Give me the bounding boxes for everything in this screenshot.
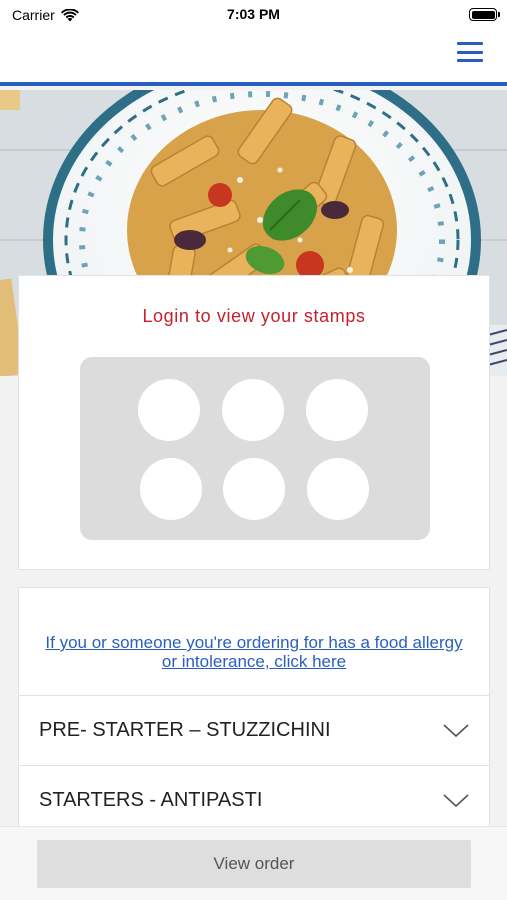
- stamp-slot: [138, 379, 200, 441]
- chevron-down-icon: [443, 723, 469, 737]
- allergy-info-link[interactable]: If you or someone you're ordering for ha…: [39, 633, 469, 671]
- menu-card: If you or someone you're ordering for ha…: [18, 587, 490, 847]
- category-label: PRE- STARTER – STUZZICHINI: [39, 719, 331, 741]
- chevron-down-icon: [443, 793, 469, 807]
- login-stamps-link[interactable]: Login to view your stamps: [19, 306, 489, 327]
- stamps-card: Login to view your stamps: [18, 275, 490, 570]
- stamp-slot: [140, 458, 202, 520]
- stamp-slot: [223, 458, 285, 520]
- stamps-panel: [80, 357, 430, 540]
- app-header: [0, 30, 507, 86]
- hamburger-menu-icon[interactable]: [457, 40, 483, 64]
- stamp-slot: [307, 458, 369, 520]
- stamp-slot: [306, 379, 368, 441]
- stamp-slot: [222, 379, 284, 441]
- battery-icon: [469, 8, 500, 21]
- category-label: STARTERS - ANTIPASTI: [39, 789, 263, 811]
- status-time: 7:03 PM: [227, 6, 280, 22]
- view-order-button[interactable]: View order: [37, 840, 471, 888]
- status-bar: Carrier 7:03 PM: [0, 0, 507, 30]
- category-row-starters[interactable]: STARTERS - ANTIPASTI: [19, 765, 489, 835]
- category-row-pre-starter[interactable]: PRE- STARTER – STUZZICHINI: [19, 695, 489, 765]
- bottom-bar: View order: [0, 826, 507, 900]
